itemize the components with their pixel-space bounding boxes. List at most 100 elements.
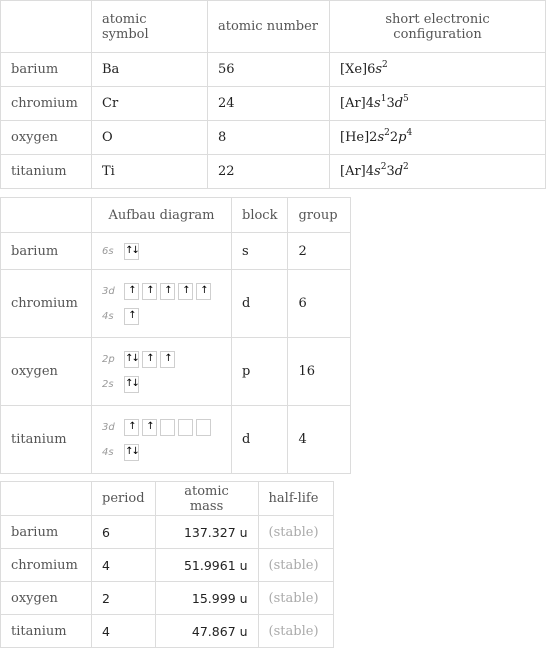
config-text: 2	[389, 130, 399, 145]
header-blank	[0, 197, 92, 233]
orbital-row: 4s ↑	[102, 305, 221, 327]
spin-up-arrow-icon: ↑	[164, 285, 173, 296]
atomic-number: 24	[207, 86, 330, 121]
row-label: titanium	[0, 405, 92, 474]
header-atomic-number: atomic number	[207, 0, 330, 53]
spin-pair-arrows-icon: ↑↓	[125, 446, 140, 457]
orbital-box: ↑	[124, 282, 139, 300]
config-electron-count: 2	[382, 60, 388, 70]
atomic-mass: 47.867 u	[154, 614, 259, 648]
table-row: barium Ba 56 [Xe]6s2	[0, 52, 546, 87]
period: 4	[91, 548, 156, 582]
orbital-box: ↑	[160, 350, 175, 368]
spin-pair-arrows-icon: ↑↓	[125, 245, 140, 256]
table-row: barium 6 137.327 u (stable)	[0, 515, 334, 549]
header-period: period	[91, 481, 156, 516]
spin-up-arrow-icon: ↑	[146, 353, 155, 364]
orbital-row: 4s ↑↓	[102, 441, 221, 463]
config-orbital: d	[394, 96, 404, 111]
config-text: 3	[386, 164, 395, 179]
group: 6	[287, 269, 352, 338]
empty-orbital-box	[160, 418, 175, 436]
header-blank	[0, 0, 92, 53]
atomic-symbol: Ba	[91, 52, 208, 87]
header-atomic-symbol: atomic symbol	[91, 0, 208, 53]
spin-up-arrow-icon: ↑	[128, 310, 137, 321]
config-electron-count: 4	[406, 128, 413, 138]
table-row: oxygen 2p ↑↓ ↑ ↑ 2s ↑↓ p 16	[0, 337, 352, 406]
table-row: titanium Ti 22 [Ar]4s23d2	[0, 154, 546, 189]
orbital-box: ↑	[124, 418, 139, 436]
orbital-box: ↑	[160, 282, 175, 300]
aufbau-diagram: 3d ↑ ↑ 4s ↑↓	[91, 405, 232, 474]
orbital-box: ↑↓	[124, 350, 140, 368]
config-text: [Xe]6	[340, 62, 376, 77]
mass-table: period atomic mass half-life barium 6 13…	[0, 481, 334, 648]
table-header-row: Aufbau diagram block group	[0, 197, 352, 233]
aufbau-diagram: 2p ↑↓ ↑ ↑ 2s ↑↓	[91, 337, 232, 406]
orbital-box: ↑	[142, 418, 157, 436]
row-label: chromium	[0, 548, 92, 582]
row-label: oxygen	[0, 581, 92, 615]
config-text: [Ar]4	[340, 96, 375, 111]
spin-up-arrow-icon: ↑	[200, 285, 209, 296]
orbital-label: 6s	[102, 245, 114, 257]
aufbau-diagram: 3d ↑ ↑ ↑ ↑ ↑ 4s ↑	[91, 269, 232, 338]
period: 2	[91, 581, 156, 615]
orbital-label: 3d	[102, 421, 115, 433]
row-label: oxygen	[0, 337, 92, 406]
row-label: barium	[0, 515, 92, 549]
table-header-row: atomic symbol atomic number short electr…	[0, 0, 546, 53]
config-orbital: s	[374, 164, 381, 179]
orbital-label: 2p	[102, 353, 115, 365]
orbital-label: 4s	[102, 310, 114, 322]
half-life: (stable)	[257, 581, 334, 615]
electronic-configuration: [Ar]4s23d2	[329, 154, 546, 189]
period: 4	[91, 614, 156, 648]
row-label: oxygen	[0, 120, 92, 155]
table-row: chromium 4 51.9961 u (stable)	[0, 548, 334, 582]
block: s	[230, 232, 289, 270]
header-aufbau-diagram: Aufbau diagram	[91, 197, 232, 233]
block: p	[230, 337, 289, 406]
orbital-box: ↑	[196, 282, 211, 300]
config-electron-count: 2	[403, 162, 409, 172]
table-row: oxygen O 8 [He]2s22p4	[0, 120, 546, 155]
row-label: titanium	[0, 614, 92, 648]
table-row: oxygen 2 15.999 u (stable)	[0, 581, 334, 615]
config-electron-count: 5	[403, 94, 409, 104]
atomic-mass: 15.999 u	[154, 581, 259, 615]
orbital-box: ↑	[142, 282, 157, 300]
spin-up-arrow-icon: ↑	[164, 353, 173, 364]
header-block: block	[230, 197, 289, 233]
block: d	[230, 269, 289, 338]
element-properties-table: atomic symbol atomic number short electr…	[0, 0, 546, 189]
orbital-label: 2s	[102, 378, 114, 390]
aufbau-table: Aufbau diagram block group barium 6s ↑↓ s…	[0, 197, 352, 474]
orbital-box: ↑↓	[124, 443, 140, 461]
period: 6	[91, 515, 156, 549]
atomic-mass: 51.9961 u	[154, 548, 259, 582]
atomic-mass: 137.327 u	[154, 515, 259, 549]
half-life: (stable)	[257, 548, 334, 582]
config-text: [Ar]4	[340, 164, 375, 179]
config-orbital: s	[374, 96, 381, 111]
orbital-box: ↑↓	[124, 375, 140, 393]
block: d	[230, 405, 289, 474]
row-label: chromium	[0, 269, 92, 338]
spin-up-arrow-icon: ↑	[182, 285, 191, 296]
table-row: titanium 3d ↑ ↑ 4s ↑↓ d 4	[0, 405, 352, 474]
orbital-box: ↑↓	[124, 242, 140, 260]
header-group: group	[287, 197, 352, 233]
row-label: chromium	[0, 86, 92, 121]
header-electronic-configuration: short electronic configuration	[329, 0, 546, 53]
atomic-symbol: Ti	[91, 154, 208, 189]
orbital-row: 3d ↑ ↑ ↑ ↑ ↑	[102, 280, 221, 302]
spin-up-arrow-icon: ↑	[128, 285, 137, 296]
orbital-label: 4s	[102, 446, 114, 458]
table-row: titanium 4 47.867 u (stable)	[0, 614, 334, 648]
atomic-number: 56	[207, 52, 330, 87]
spin-up-arrow-icon: ↑	[146, 285, 155, 296]
atomic-symbol: Cr	[91, 86, 208, 121]
table-row: barium 6s ↑↓ s 2	[0, 232, 352, 270]
